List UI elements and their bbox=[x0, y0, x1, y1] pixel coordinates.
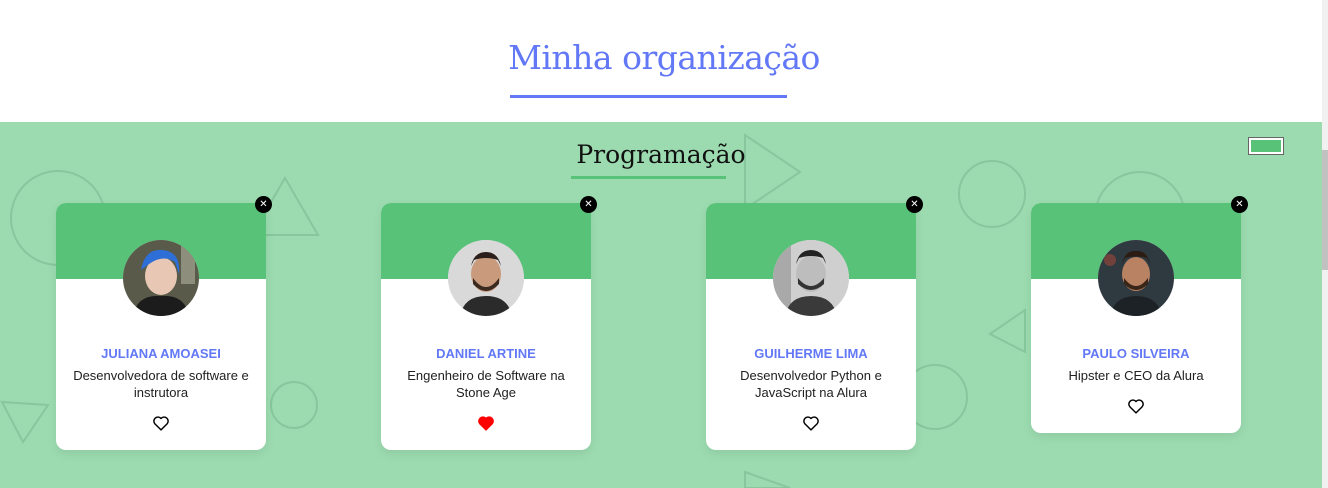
member-name: DANIEL ARTINE bbox=[436, 346, 536, 361]
favorite-button[interactable] bbox=[802, 415, 820, 436]
card-header bbox=[706, 203, 916, 316]
page-scrollbar[interactable] bbox=[1322, 0, 1328, 488]
organization-title: Minha organização bbox=[508, 38, 820, 77]
delete-member-button[interactable]: ✕ bbox=[1231, 196, 1248, 213]
close-icon: ✕ bbox=[584, 199, 593, 210]
team-color-picker[interactable] bbox=[1248, 137, 1284, 155]
delete-member-button[interactable]: ✕ bbox=[580, 196, 597, 213]
scrollbar-thumb[interactable] bbox=[1322, 150, 1328, 270]
organization-title-underline bbox=[510, 95, 787, 98]
member-avatar bbox=[1098, 240, 1174, 316]
member-name: GUILHERME LIMA bbox=[754, 346, 868, 361]
member-role: Desenvolvedora de software e instrutora bbox=[73, 368, 249, 400]
color-swatch bbox=[1251, 140, 1281, 152]
member-role: Engenheiro de Software na Stone Age bbox=[407, 368, 565, 400]
member-card: JULIANA AMOASEI Desenvolvedora de softwa… bbox=[56, 203, 266, 450]
close-icon: ✕ bbox=[910, 199, 919, 210]
favorite-button[interactable] bbox=[152, 415, 170, 436]
card-header bbox=[1031, 203, 1241, 316]
member-name: PAULO SILVEIRA bbox=[1082, 346, 1190, 361]
member-avatar bbox=[123, 240, 199, 316]
card-header bbox=[56, 203, 266, 316]
close-icon: ✕ bbox=[259, 199, 268, 210]
heart-icon bbox=[803, 416, 819, 431]
favorite-button[interactable] bbox=[477, 415, 495, 436]
delete-member-button[interactable]: ✕ bbox=[255, 196, 272, 213]
member-avatar bbox=[773, 240, 849, 316]
member-avatar bbox=[448, 240, 524, 316]
member-card: GUILHERME LIMA Desenvolvedor Python e Ja… bbox=[706, 203, 916, 450]
page-header: Minha organização bbox=[0, 0, 1328, 122]
team-section: Programação JULIANA AMOASEI Desenvolvedo… bbox=[0, 122, 1322, 488]
heart-icon bbox=[153, 416, 169, 431]
card-header bbox=[381, 203, 591, 316]
member-card: DANIEL ARTINE Engenheiro de Software na … bbox=[381, 203, 591, 450]
member-role: Desenvolvedor Python e JavaScript na Alu… bbox=[740, 368, 882, 400]
member-card: PAULO SILVEIRA Hipster e CEO da Alura bbox=[1031, 203, 1241, 433]
delete-member-button[interactable]: ✕ bbox=[906, 196, 923, 213]
favorite-button[interactable] bbox=[1127, 398, 1145, 419]
heart-icon bbox=[1128, 399, 1144, 414]
member-name: JULIANA AMOASEI bbox=[101, 346, 221, 361]
close-icon: ✕ bbox=[1235, 199, 1244, 210]
member-role: Hipster e CEO da Alura bbox=[1068, 368, 1204, 383]
team-title-underline bbox=[571, 176, 726, 179]
team-title: Programação bbox=[576, 140, 746, 169]
heart-icon bbox=[478, 416, 494, 431]
